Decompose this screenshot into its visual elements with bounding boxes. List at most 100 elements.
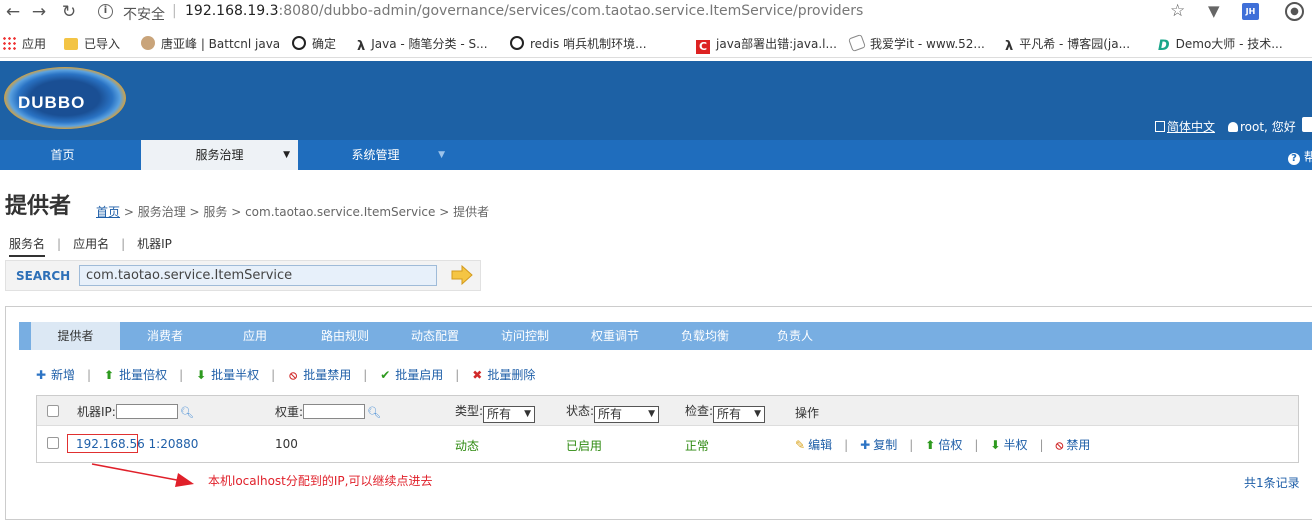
provider-table: 机器IP: 🔍︎ 权重: 🔍︎ 类型: 所有 ▼ 状态: 所有 ▼ 检查: 所有 ▼ 操作 19…: [36, 395, 1299, 463]
table-header: 机器IP: 🔍︎ 权重: 🔍︎ 类型: 所有 ▼ 状态: 所有 ▼ 检查: 所有 ▼ 操作: [37, 396, 1298, 426]
dubbo-logo[interactable]: DUBBO: [0, 67, 128, 129]
bookmark-java-category[interactable]: λ Java - 随笔分类 - S...: [357, 35, 488, 54]
search-label: SEARCH: [16, 269, 71, 283]
user-icon: [1228, 122, 1238, 132]
bookmark-java-deploy[interactable]: Cjava部署出错:java.l...: [696, 35, 837, 54]
tab-applications[interactable]: 应用: [210, 322, 300, 350]
tab-load-balance[interactable]: 负载均衡: [660, 322, 750, 350]
breadcrumb-home-link[interactable]: 首页: [96, 205, 120, 219]
bookmark-battcnl[interactable]: 唐亚峰 | Battcnl java: [141, 35, 280, 52]
search-arrow-icon[interactable]: [451, 265, 473, 285]
check-icon: ✔: [380, 368, 391, 382]
ip-highlight-box: [67, 434, 138, 453]
url-divider: |: [172, 3, 177, 19]
copy-button[interactable]: ✚ 复制: [860, 436, 897, 453]
row-checkbox[interactable]: [47, 437, 59, 449]
disable-button[interactable]: ⦸ 禁用: [1056, 436, 1091, 453]
info-icon[interactable]: i: [98, 4, 113, 19]
search-tab-ip[interactable]: 机器IP: [137, 235, 172, 252]
browser-address-bar: ← → ↻ i 不安全 | 192.168.19.3:8080/dubbo-ad…: [0, 0, 1312, 26]
check-filter-select[interactable]: 所有 ▼: [713, 406, 766, 423]
search-tab-application[interactable]: 应用名: [73, 235, 109, 252]
bookmark-52it[interactable]: 我爱学it - www.52...: [848, 34, 985, 52]
user-greeting[interactable]: root, 您好: [1228, 118, 1296, 135]
separator: |: [1039, 438, 1044, 452]
jh-extension-icon[interactable]: JH: [1242, 3, 1259, 20]
tab-access-control[interactable]: 访问控制: [480, 322, 570, 350]
batch-enable-button[interactable]: ✔ 批量启用: [379, 366, 443, 383]
separator: |: [455, 368, 460, 382]
tab-consumers[interactable]: 消费者: [120, 322, 210, 350]
reload-icon[interactable]: ↻: [58, 2, 80, 22]
type-filter-select[interactable]: 所有 ▼: [483, 406, 536, 423]
arrow-down-icon: ⬇: [196, 368, 207, 382]
weight-filter-input[interactable]: [303, 404, 366, 419]
separator: |: [87, 368, 92, 382]
menu-service-governance[interactable]: 服务治理 ▼: [141, 140, 298, 170]
status-filter-select[interactable]: 所有 ▼: [594, 406, 660, 423]
delete-icon: ✖: [472, 368, 483, 382]
page-title: 提供者: [5, 194, 72, 219]
arrow-up-icon: ⬆: [104, 368, 115, 382]
search-icon[interactable]: 🔍︎: [367, 406, 381, 419]
main-menu: 首页 服务治理 ▼ 系统管理 ▼ ? 帮: [0, 140, 1312, 170]
caret-down-icon: ▼: [754, 409, 762, 419]
menu-system-admin[interactable]: 系统管理 ▼: [298, 140, 453, 170]
select-all-checkbox[interactable]: [47, 405, 59, 417]
plus-icon: ✚: [35, 368, 47, 382]
batch-actions: ✚ 新增 | ⬆ 批量倍权 | ⬇ 批量半权 | ⦸ 批量禁用 | ✔ 批量启用 | ✖ 批量删除: [35, 366, 535, 383]
batch-half-weight-button[interactable]: ⬇ 批量半权: [195, 366, 259, 383]
breadcrumb-trail: > 服务治理 > 服务 > com.taotao.service.ItemSer…: [120, 205, 490, 219]
double-weight-button[interactable]: ⬆ 倍权: [925, 436, 962, 453]
leaf-icon: [848, 34, 866, 52]
search-input[interactable]: [79, 265, 437, 286]
bookmark-pingfanxi[interactable]: λ 平凡希 - 博客园(ja...: [1005, 35, 1130, 54]
record-count: 共1条记录: [1244, 476, 1300, 490]
tab-owners[interactable]: 负责人: [750, 322, 840, 350]
ip-filter-input[interactable]: [115, 404, 178, 419]
ban-icon: ⦸: [289, 368, 298, 382]
lambda-icon: λ: [357, 39, 366, 54]
url-field[interactable]: 192.168.19.3:8080/dubbo-admin/governance…: [185, 3, 863, 19]
url-path: :8080/dubbo-admin/governance/services/co…: [278, 3, 864, 19]
caret-down-icon: ▼: [283, 150, 290, 160]
search-tab-service[interactable]: 服务名: [9, 235, 46, 257]
forward-icon[interactable]: →: [28, 2, 50, 22]
help-link[interactable]: ? 帮: [1288, 148, 1312, 165]
logout-icon[interactable]: [1302, 117, 1312, 132]
batch-disable-button[interactable]: ⦸ 批量禁用: [287, 366, 351, 383]
separator: |: [363, 368, 368, 382]
pencil-icon: ✎: [795, 438, 806, 452]
bookmark-apps[interactable]: 应用: [2, 35, 46, 52]
edit-button[interactable]: ✎ 编辑: [795, 436, 832, 453]
weight-header: 权重: 🔍︎: [275, 404, 382, 419]
menu-home[interactable]: 首页: [0, 140, 125, 170]
search-icon[interactable]: 🔍︎: [180, 406, 194, 419]
language-link[interactable]: 简体中文: [1155, 118, 1215, 135]
security-label[interactable]: 不安全: [123, 4, 165, 24]
back-icon[interactable]: ←: [2, 2, 24, 22]
half-weight-button[interactable]: ⬇ 半权: [990, 436, 1027, 453]
tab-weights[interactable]: 权重调节: [570, 322, 660, 350]
caret-down-icon: ▼: [524, 409, 532, 419]
account-icon[interactable]: ●: [1285, 2, 1304, 21]
vue-extension-icon[interactable]: ▼: [1208, 2, 1220, 20]
tab-dynamic-config[interactable]: 动态配置: [390, 322, 480, 350]
bookmark-star-icon[interactable]: ☆: [1170, 1, 1185, 21]
url-host: 192.168.19.3: [185, 3, 279, 19]
tab-routes[interactable]: 路由规则: [300, 322, 390, 350]
batch-double-weight-button[interactable]: ⬆ 批量倍权: [103, 366, 167, 383]
tab-providers[interactable]: 提供者: [31, 322, 120, 350]
weight-cell: 100: [275, 437, 298, 451]
ban-icon: ⦸: [1055, 438, 1064, 452]
separator: |: [121, 237, 126, 251]
batch-delete-button[interactable]: ✖ 批量删除: [471, 366, 535, 383]
arrow-up-icon: ⬆: [925, 438, 936, 452]
add-button[interactable]: ✚ 新增: [35, 366, 75, 383]
check-header: 检查: 所有 ▼: [685, 402, 766, 423]
caret-down-icon: ▼: [438, 150, 445, 160]
bookmark-redis[interactable]: redis 哨兵机制环境...: [510, 35, 647, 52]
bookmark-demo[interactable]: D Demo大师 - 技术...: [1158, 35, 1283, 54]
bookmark-confirm[interactable]: 确定: [292, 35, 336, 52]
bookmark-imported[interactable]: 已导入: [64, 35, 120, 52]
